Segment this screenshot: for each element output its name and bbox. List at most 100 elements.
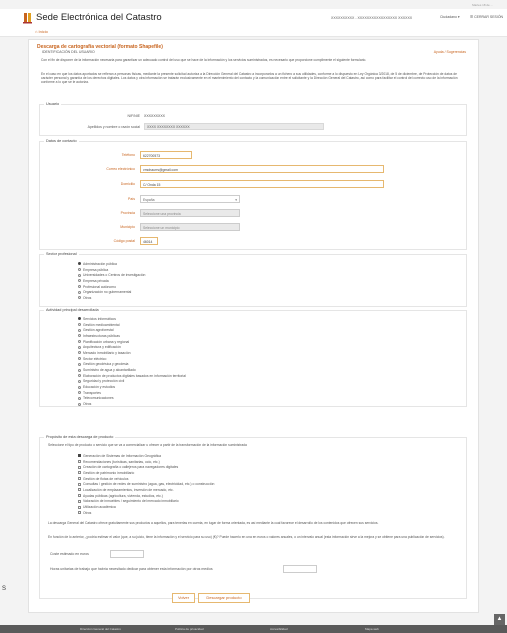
nif-label: NIF/NIE	[127, 114, 140, 118]
radio-button[interactable]	[78, 396, 81, 400]
radio-button[interactable]	[78, 273, 81, 277]
option-label: Localización de emplazamientos, inversió…	[83, 487, 174, 492]
checkbox-option[interactable]: Consultas / gestión de redes de suminist…	[78, 481, 214, 487]
section-title: Sector profesional	[44, 252, 79, 256]
option-label: Servicios informáticos	[83, 316, 116, 321]
provincia-label: Provincia	[120, 211, 135, 215]
option-label: Profesional autónomo	[83, 284, 116, 289]
radio-button[interactable]	[78, 357, 81, 361]
radio-button[interactable]	[78, 402, 81, 406]
option-label: Gestión de patrimonio inmobiliario	[83, 470, 135, 475]
help-link[interactable]: Ayuda / Sugerencias	[434, 50, 466, 54]
chevron-up-icon: ▲	[496, 616, 503, 622]
date-text: Martes 18 de ...	[472, 2, 493, 7]
radio-button[interactable]	[78, 317, 81, 321]
radio-button[interactable]	[78, 391, 81, 395]
proposito-options: Generación de Sistemas de Información Ge…	[78, 453, 214, 516]
checkbox[interactable]	[78, 505, 81, 509]
radio-button[interactable]	[78, 296, 81, 300]
checkbox[interactable]	[78, 465, 81, 469]
nif-value: XXXXXXXXX	[144, 114, 166, 118]
radio-button[interactable]	[78, 323, 81, 327]
form-subtitle: IDENTIFICACIÓN DEL USUARIO	[42, 50, 95, 54]
radio-option[interactable]: Otros	[78, 295, 145, 301]
radio-button[interactable]	[78, 345, 81, 349]
cp-input[interactable]: 46014	[140, 237, 158, 245]
option-label: Creación de cartografía o callejeros par…	[83, 465, 179, 470]
telefono-input[interactable]: 622700573	[140, 151, 192, 159]
sector-options: Administración pública Empresa pública Uni…	[78, 261, 145, 301]
ciudadano-menu[interactable]: Ciudadano ▾	[440, 15, 460, 19]
radio-button[interactable]	[78, 334, 81, 338]
checkbox[interactable]	[78, 454, 81, 458]
option-label: Educación y estudios	[83, 385, 116, 390]
option-label: Transportes	[83, 390, 101, 395]
breadcrumb-home-link[interactable]: ⌂ Inicio	[35, 29, 48, 34]
back-button[interactable]: Volver	[172, 593, 195, 603]
checkbox[interactable]	[78, 482, 81, 486]
pais-label: País	[127, 197, 135, 201]
radio-button[interactable]	[78, 290, 81, 294]
correo-input[interactable]: vmohaurrs@gmail.com	[140, 165, 384, 173]
catastro-logo-icon[interactable]	[23, 12, 32, 24]
municipio-select[interactable]: Seleccione un municipio	[140, 223, 240, 231]
site-title[interactable]: Sede Electrónica del Catastro	[36, 12, 162, 23]
radio-button[interactable]	[78, 328, 81, 332]
checkbox[interactable]	[78, 499, 81, 503]
radio-button[interactable]	[78, 385, 81, 389]
radio-option[interactable]: Otros	[78, 401, 186, 407]
radio-button[interactable]	[78, 285, 81, 289]
checkbox[interactable]	[78, 471, 81, 475]
radio-button[interactable]	[78, 374, 81, 378]
option-label: Utilización académica	[83, 505, 116, 510]
radio-button[interactable]	[78, 362, 81, 366]
radio-button[interactable]	[78, 351, 81, 355]
logout-button[interactable]: ☰ CERRAR SESIÓN	[470, 15, 503, 19]
radio-button[interactable]	[78, 262, 81, 266]
radio-option[interactable]: Elaboración de productos digitales basad…	[78, 373, 186, 379]
breadcrumb: ⌂ Inicio	[0, 27, 507, 37]
chevron-down-icon: ▾	[235, 198, 237, 202]
horas-input[interactable]	[283, 565, 317, 573]
checkbox[interactable]	[78, 488, 81, 492]
checkbox[interactable]	[78, 494, 81, 498]
domicilio-input[interactable]: C/ Onda 15	[140, 180, 384, 188]
telefono-label: Teléfono	[121, 153, 135, 157]
option-label: Organización no gubernamental	[83, 290, 132, 295]
option-label: Empresa privada	[83, 278, 109, 283]
checkbox[interactable]	[78, 511, 81, 515]
option-label: Otros	[83, 402, 92, 407]
footer-link-accesibilidad[interactable]: Accesibilidad	[270, 627, 288, 631]
section-title: Propósito de esta descarga de producto	[44, 435, 116, 439]
domicilio-label: Domicilio	[120, 182, 135, 186]
checkbox-option[interactable]: Otros	[78, 510, 214, 516]
option-label: Sector eléctrico	[83, 356, 107, 361]
option-label: Ayudas públicas (agricultura, vivienda, …	[83, 493, 163, 498]
radio-button[interactable]	[78, 379, 81, 383]
download-form-card: Descarga de cartografía vectorial (forma…	[28, 39, 479, 613]
proposito-section: Propósito de esta descarga de producto S…	[39, 435, 467, 599]
radio-option[interactable]: Universidades o Centros de investigación	[78, 272, 145, 278]
option-label: Valoración de inmuebles / seguimiento de…	[83, 499, 179, 504]
footer-link-mapa-web[interactable]: Mapa web	[365, 627, 379, 631]
option-label: Consultas / gestión de redes de suminist…	[83, 482, 215, 487]
checkbox[interactable]	[78, 477, 81, 481]
proposito-note: La descarga General del Catastro ofrece …	[48, 521, 379, 525]
radio-button[interactable]	[78, 368, 81, 372]
site-footer: Dirección General del Catastro Política …	[0, 625, 507, 633]
section-title: Usuario	[44, 102, 62, 106]
radio-button[interactable]	[78, 268, 81, 272]
footer-link-privacidad[interactable]: Política de privacidad	[175, 627, 204, 631]
provincia-select[interactable]: Seleccione una provincia	[140, 209, 240, 217]
option-label: Recomendaciones (turísticas, sanitarias,…	[83, 459, 160, 464]
option-label: Administración pública	[83, 261, 117, 266]
footer-link-dgc[interactable]: Dirección General del Catastro	[80, 627, 121, 631]
download-button[interactable]: Descargar producto	[198, 593, 250, 603]
radio-button[interactable]	[78, 279, 81, 283]
pais-select[interactable]: España ▾	[140, 195, 240, 203]
radio-button[interactable]	[78, 340, 81, 344]
checkbox[interactable]	[78, 460, 81, 464]
scroll-top-button[interactable]: ▲	[494, 614, 505, 625]
coste-input[interactable]	[110, 550, 144, 558]
option-label: Generación de Sistemas de Información Ge…	[83, 453, 162, 458]
